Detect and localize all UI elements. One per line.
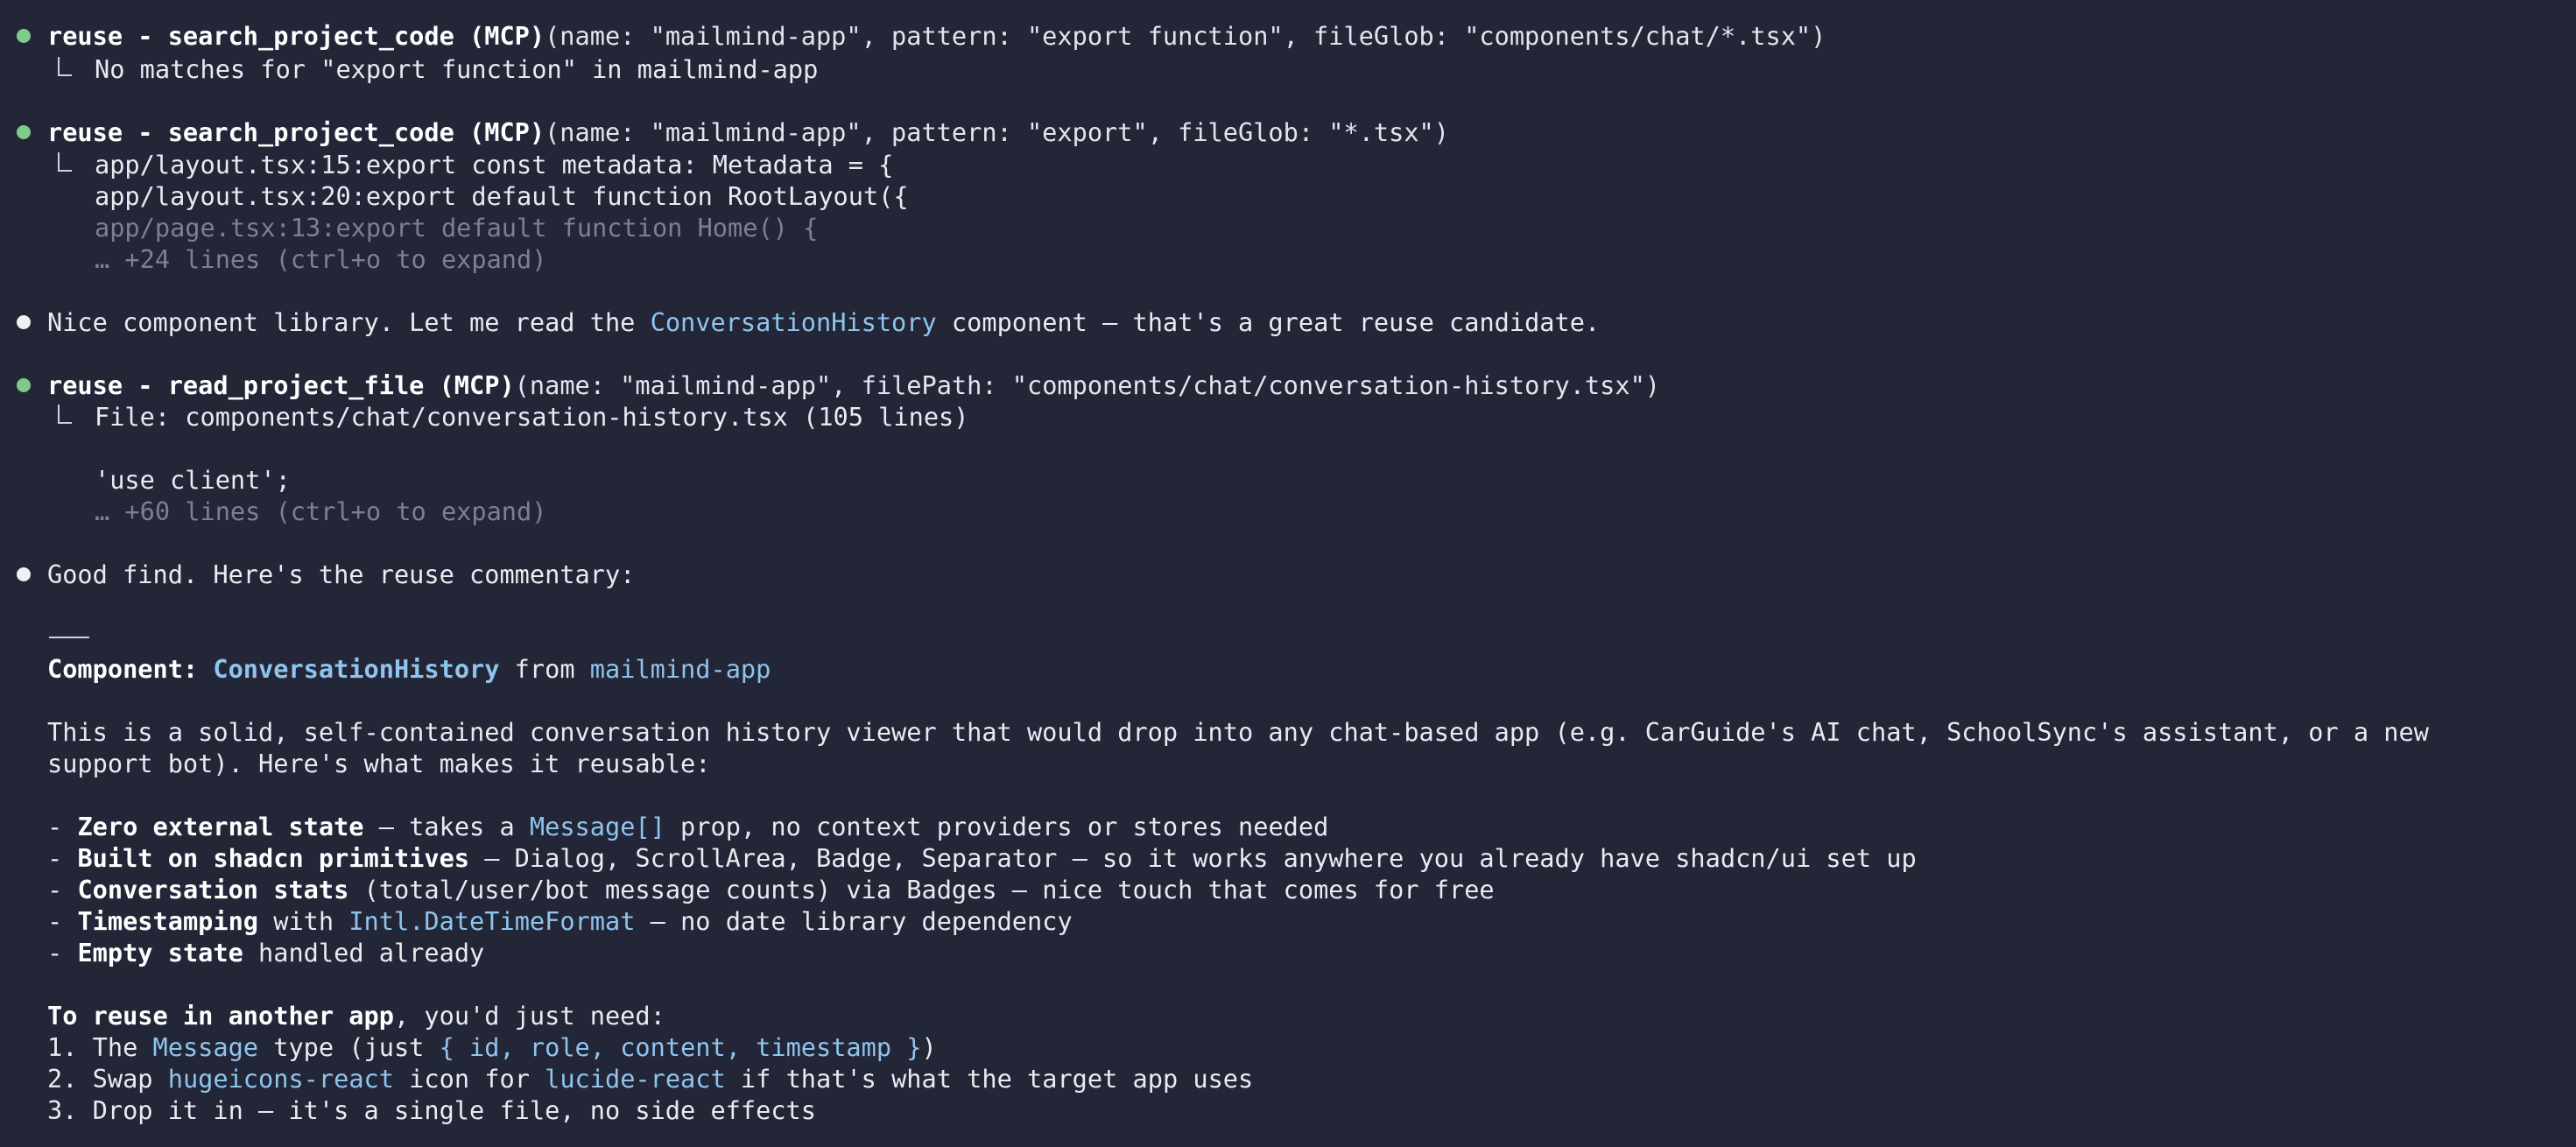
bullet-marker: - [47,875,78,904]
reuse-heading-bold: To reuse in another app [47,1001,394,1031]
inline-code: hugeicons-react [167,1064,394,1094]
app-name: mailmind-app [589,654,771,684]
message-dot-icon [17,567,31,581]
bullet-text: prop, no context providers or stores nee… [665,812,1329,841]
reuse-heading: To reuse in another app, you'd just need… [47,1000,665,1031]
tool-call-line: reuse - read_project_file (MCP)(name: "m… [47,369,1660,401]
message-text: component — that's a great reuse candida… [936,307,1601,337]
heading-text: from [499,654,590,684]
message-text: Nice component library. Let me read the [47,307,651,337]
bullet-marker: - [47,812,78,841]
step-text: icon for [393,1064,545,1094]
tool-status-dot-icon [17,29,31,43]
bullet-marker: - [47,906,78,936]
tool-result-line: No matches for "export function" in mail… [95,54,819,84]
expand-hint[interactable]: … +60 lines (ctrl+o to expand) [95,496,546,527]
component-name: ConversationHistory [213,654,500,684]
step-item: 1. The Message type (just { id, role, co… [47,1031,937,1063]
tool-call-title: reuse - search_project_code (MCP) [47,21,545,51]
inline-code: ConversationHistory [650,307,937,337]
step-text: if that's what the target app uses [725,1064,1254,1094]
inline-code: { id, role, content, timestamp } [439,1032,922,1062]
expand-hint[interactable]: … +24 lines (ctrl+o to expand) [95,243,546,275]
result-elbow-icon [58,57,72,76]
tool-call-title: reuse - read_project_file (MCP) [47,370,515,400]
reuse-heading-text: , you'd just need: [393,1001,665,1031]
tool-call-title: reuse - search_project_code (MCP) [47,117,545,147]
step-text: 3. Drop it in — it's a single file, no s… [47,1095,816,1125]
bullet-text: — takes a [363,812,530,841]
horizontal-rule [49,637,89,638]
tool-call-line: reuse - search_project_code (MCP)(name: … [47,116,1449,148]
bullet-item: - Timestamping with Intl.DateTimeFormat … [47,905,1073,937]
step-item: 2. Swap hugeicons-react icon for lucide-… [47,1063,1253,1094]
bullet-text: — Dialog, ScrollArea, Badge, Separator —… [469,843,1917,873]
bullet-item: - Empty state handled already [47,937,484,968]
bullet-bold: Timestamping [77,906,259,936]
step-text: 2. Swap [47,1064,168,1094]
paragraph-line: This is a solid, self-contained conversa… [47,717,2429,747]
tool-call-args: (name: "mailmind-app", pattern: "export … [545,21,1826,51]
assistant-message: Nice component library. Let me read the … [47,306,1600,338]
tool-call-line: reuse - search_project_code (MCP)(name: … [47,20,1826,52]
bullet-item: - Built on shadcn primitives — Dialog, S… [47,842,1917,874]
bullet-marker: - [47,938,78,968]
tool-call-args: (name: "mailmind-app", filePath: "compon… [514,370,1661,400]
bullet-item: - Conversation stats (total/user/bot mes… [47,874,1495,905]
tool-result-line: app/layout.tsx:15:export const metadata:… [95,150,894,179]
result-elbow-icon [58,152,72,172]
bullet-item: - Zero external state — takes a Message[… [47,811,1328,842]
inline-code: lucide-react [545,1064,726,1094]
tool-result-line: 'use client'; [95,465,291,495]
message-dot-icon [17,315,31,329]
tool-call-args: (name: "mailmind-app", pattern: "export"… [545,117,1449,147]
paragraph-line: support bot). Here's what makes it reusa… [47,749,711,778]
step-text: 1. The [47,1032,153,1062]
tool-result-line: File: components/chat/conversation-histo… [95,402,969,432]
tool-status-dot-icon [17,125,31,139]
bullet-text: handled already [243,938,485,968]
terminal-output: reuse - search_project_code (MCP)(name: … [0,0,2576,1147]
heading-label: Component: [47,654,199,684]
tool-result-line: app/page.tsx:13:export default function … [95,213,819,243]
step-item: 3. Drop it in — it's a single file, no s… [47,1094,816,1126]
tool-status-dot-icon [17,378,31,392]
bullet-text: — no date library dependency [635,906,1073,936]
step-text: type (just [258,1032,440,1062]
bullet-bold: Zero external state [77,812,364,841]
bullet-bold: Conversation stats [77,875,349,904]
inline-code: Message [152,1032,259,1062]
bullet-bold: Empty state [77,938,243,968]
component-heading: Component: ConversationHistory from mail… [47,653,771,685]
bullet-bold: Built on shadcn primitives [77,843,470,873]
bullet-marker: - [47,843,78,873]
tool-result-line: app/layout.tsx:20:export default functio… [95,181,909,211]
bullet-text: (total/user/bot message counts) via Badg… [348,875,1495,904]
inline-code: Message[] [529,812,665,841]
assistant-message: Good find. Here's the reuse commentary: [47,559,636,589]
bullet-text: with [258,906,349,936]
step-text: ) [921,1032,937,1062]
inline-code: Intl.DateTimeFormat [348,906,636,936]
result-elbow-icon [58,405,72,424]
